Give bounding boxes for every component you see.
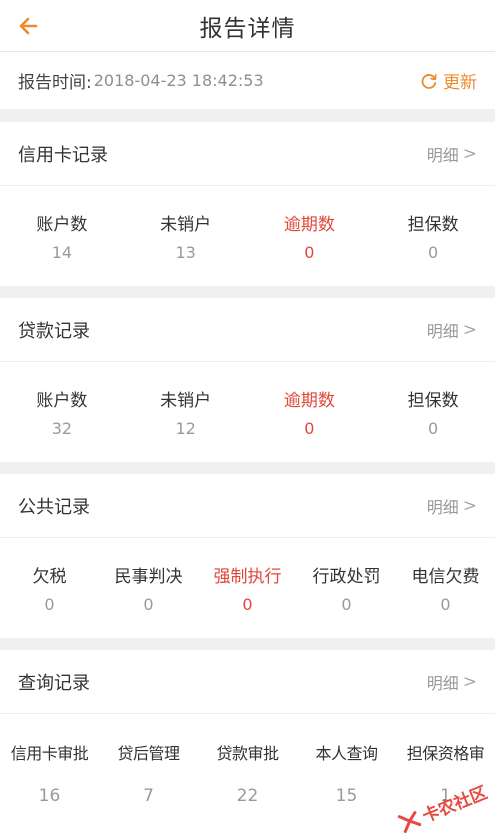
credit-card-section-header: 信用卡记录 明细 > bbox=[0, 122, 495, 186]
query-section-header: 查询记录 明细 > bbox=[0, 650, 495, 714]
stat-enforcement: 强制执行 0 bbox=[213, 567, 282, 614]
nav-bar: 报告详情 bbox=[0, 0, 495, 52]
page-title: 报告详情 bbox=[199, 15, 296, 42]
detail-label: 明细 bbox=[426, 673, 459, 693]
stat-guarantee: 担保数 0 bbox=[407, 391, 459, 438]
refresh-button[interactable]: 更新 bbox=[419, 68, 477, 93]
refresh-label: 更新 bbox=[443, 73, 477, 93]
public-detail-link[interactable]: 明细 > bbox=[427, 494, 477, 518]
stat-accounts: 账户数 32 bbox=[36, 391, 88, 438]
loan-section-title: 贷款记录 bbox=[18, 320, 90, 342]
chevron-right-icon: > bbox=[462, 495, 477, 516]
detail-label: 明细 bbox=[426, 321, 459, 341]
loan-stats: 账户数 32 未销户 12 逾期数 0 担保数 0 bbox=[0, 362, 495, 462]
stat-accounts: 账户数 14 bbox=[36, 215, 88, 262]
stat-tax-arrears: 欠税 0 bbox=[32, 567, 67, 614]
stat-civil-judgment: 民事判决 0 bbox=[114, 567, 183, 614]
stat-self-query: 本人查询 15 bbox=[315, 744, 378, 806]
stat-telecom-arrears: 电信欠费 0 bbox=[411, 567, 480, 614]
stat-overdue: 逾期数 0 bbox=[283, 391, 335, 438]
detail-label: 明细 bbox=[426, 145, 459, 165]
credit-card-stats: 账户数 14 未销户 13 逾期数 0 担保数 0 bbox=[0, 186, 495, 286]
stat-admin-penalty: 行政处罚 0 bbox=[312, 567, 381, 614]
query-detail-link[interactable]: 明细 > bbox=[427, 670, 477, 694]
detail-label: 明细 bbox=[426, 497, 459, 517]
stat-card-approval: 信用卡审批 16 bbox=[10, 744, 89, 806]
refresh-icon bbox=[421, 73, 437, 89]
report-time-value: 2018-04-23 18:42:53 bbox=[93, 71, 264, 90]
stat-overdue: 逾期数 0 bbox=[283, 215, 335, 262]
section-divider bbox=[0, 638, 495, 650]
report-time-label: 报告时间: bbox=[18, 73, 92, 93]
section-divider bbox=[0, 286, 495, 298]
section-divider bbox=[0, 110, 495, 122]
query-section-title: 查询记录 bbox=[18, 672, 90, 694]
public-section-header: 公共记录 明细 > bbox=[0, 474, 495, 538]
stat-post-loan: 贷后管理 7 bbox=[117, 744, 180, 806]
stat-open: 未销户 12 bbox=[160, 391, 212, 438]
credit-card-section-title: 信用卡记录 bbox=[18, 144, 108, 166]
report-time-row: 报告时间: 2018-04-23 18:42:53 更新 bbox=[0, 52, 495, 110]
stat-loan-approval: 贷款审批 22 bbox=[216, 744, 279, 806]
chevron-right-icon: > bbox=[462, 319, 477, 340]
chevron-right-icon: > bbox=[462, 143, 477, 164]
back-arrow-icon[interactable] bbox=[14, 10, 46, 42]
stat-open: 未销户 13 bbox=[160, 215, 212, 262]
stat-guarantee: 担保数 0 bbox=[407, 215, 459, 262]
public-section-title: 公共记录 bbox=[18, 496, 90, 518]
chevron-right-icon: > bbox=[462, 671, 477, 692]
public-stats: 欠税 0 民事判决 0 强制执行 0 行政处罚 0 电信欠费 0 bbox=[0, 538, 495, 638]
section-divider bbox=[0, 462, 495, 474]
loan-detail-link[interactable]: 明细 > bbox=[427, 318, 477, 342]
credit-card-detail-link[interactable]: 明细 > bbox=[427, 142, 477, 166]
loan-section-header: 贷款记录 明细 > bbox=[0, 298, 495, 362]
